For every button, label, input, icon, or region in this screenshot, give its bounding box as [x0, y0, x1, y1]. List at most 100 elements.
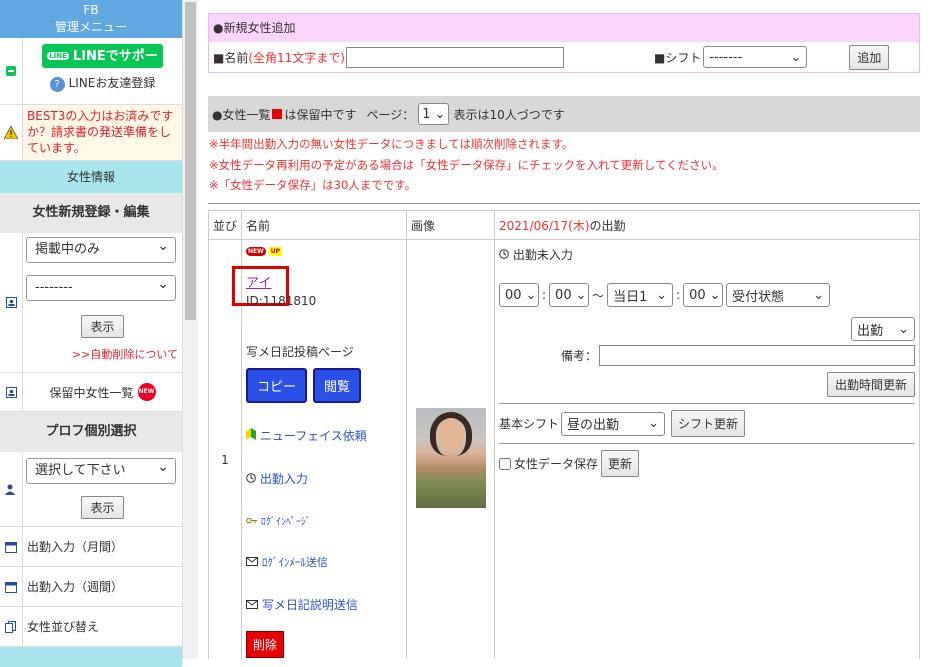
- menu-weekly-label: 出勤入力（週間）: [22, 567, 182, 606]
- work-select[interactable]: 出勤: [851, 317, 915, 341]
- attendance-status-row: 出勤未入力: [499, 246, 915, 263]
- base-shift-select[interactable]: 昼の出勤: [561, 411, 666, 436]
- sidebar-header: FB 管理メニュー: [0, 0, 182, 38]
- diary-mail-link[interactable]: 写メ日記説明送信: [262, 598, 358, 612]
- mail-icon: [246, 598, 258, 612]
- page-label: ページ：: [366, 107, 415, 122]
- table-row: 1 NEW UP アイ ID:1181810 写メ日記投稿ページ コピー 閲覧: [208, 239, 920, 659]
- start-min-value: 00: [555, 287, 572, 303]
- page-select[interactable]: 1: [418, 103, 450, 125]
- end-day-select[interactable]: 当日1: [607, 283, 674, 307]
- up-badge: UP: [268, 246, 283, 256]
- new-badge: NEW: [137, 383, 156, 401]
- start-hour-select[interactable]: 00: [499, 283, 539, 307]
- sidebar-header-subtitle: 管理メニュー: [54, 20, 127, 34]
- newface-row[interactable]: ニューフェイス依頼: [246, 427, 402, 444]
- warning-row: BEST3の入力はお済みですか？請求書の発送準備をしています。: [0, 105, 182, 161]
- attendance-link[interactable]: 出勤入力: [260, 472, 308, 486]
- girl-name-link[interactable]: アイ: [246, 272, 271, 291]
- copy-icon: [0, 607, 22, 646]
- col-image: 画像: [406, 210, 495, 240]
- col-date: 2021/06/17(木)の出勤: [494, 210, 920, 240]
- held-note: は保留中です: [284, 107, 357, 122]
- calendar-icon: [0, 527, 22, 566]
- diary-mail-row[interactable]: 写メ日記説明送信: [246, 596, 402, 613]
- remarks-input[interactable]: [599, 345, 915, 366]
- tilde: 〜: [592, 288, 605, 303]
- shift-update-button[interactable]: シフト更新: [671, 410, 746, 437]
- new-name-input[interactable]: [345, 46, 564, 68]
- attendance-status: 出勤未入力: [512, 248, 573, 262]
- reception-value: 受付状態: [732, 289, 785, 305]
- attendance-row[interactable]: 出勤入力: [246, 470, 402, 487]
- profile-select[interactable]: 選択して下さい: [26, 455, 176, 484]
- remarks-label: 備考：: [560, 349, 597, 363]
- section-next: [0, 647, 182, 667]
- question-icon: ?: [49, 77, 65, 92]
- scrollbar[interactable]: [183, 0, 198, 659]
- scrollbar-thumb[interactable]: [185, 2, 196, 320]
- login-mail-row[interactable]: ﾛｸﾞｲﾝﾒｰﾙ送信: [246, 554, 402, 570]
- col-date-suffix: の出勤: [589, 218, 626, 233]
- save-data-checkbox[interactable]: [499, 457, 511, 470]
- row-name-cell: NEW UP アイ ID:1181810 写メ日記投稿ページ コピー 閲覧 ニュ…: [232, 239, 407, 659]
- auto-delete-link[interactable]: >>自動削除について: [23, 346, 182, 362]
- divider: [208, 203, 920, 204]
- girl-select[interactable]: --------: [26, 272, 176, 301]
- status-select[interactable]: 掲載中のみ: [26, 234, 176, 263]
- show-button[interactable]: 表示: [81, 315, 124, 338]
- show-button-2[interactable]: 表示: [81, 496, 124, 519]
- note-3: ※「女性データ保存」は30人までです。: [209, 178, 417, 192]
- menu-sort[interactable]: 女性並び替え: [0, 607, 182, 647]
- note-1: ※半年間出勤入力の無い女性データにつきましては順次削除されます。: [209, 137, 574, 151]
- end-min-select[interactable]: 00: [683, 283, 724, 307]
- main-content: ●新規女性追加 ■名前 (全角11文字まで) ■シフト ------- 追加 ●…: [198, 0, 932, 659]
- page-select-value: 1: [422, 106, 431, 122]
- login-mail-link[interactable]: ﾛｸﾞｲﾝﾒｰﾙ送信: [262, 556, 328, 569]
- col-name: 名前: [241, 210, 407, 240]
- line-badge-text: LINE: [47, 52, 69, 60]
- title-profile-select: プロフ個別選択: [0, 412, 182, 452]
- line-friend-link[interactable]: ? LINEお友達登録: [23, 74, 182, 92]
- title-register-edit: 女性新規登録・編集: [0, 193, 182, 233]
- save-data-label: 女性データ保存: [514, 457, 599, 471]
- section-girl-info[interactable]: 女性情報: [0, 161, 182, 193]
- menu-weekly[interactable]: 出勤入力（週間）: [0, 567, 182, 607]
- girl-photo[interactable]: [415, 408, 486, 508]
- shift-select-value: -------: [709, 49, 743, 65]
- new-badge: NEW: [246, 246, 266, 256]
- delete-button[interactable]: 削除: [246, 631, 285, 658]
- user-icon: [0, 452, 22, 526]
- held-list-row[interactable]: 保留中女性一覧 NEW: [0, 373, 182, 412]
- end-min-value: 00: [689, 287, 706, 303]
- reception-select[interactable]: 受付状態: [726, 283, 831, 307]
- copy-button[interactable]: コピー: [246, 368, 308, 403]
- name-hint: (全角11文字まで): [248, 50, 345, 65]
- login-page-row[interactable]: ﾛｸﾞｲﾝﾍﾟｰｼﾞ: [246, 513, 402, 528]
- menu-sort-label: 女性並び替え: [22, 607, 182, 646]
- login-page-link[interactable]: ﾛｸﾞｲﾝﾍﾟｰｼﾞ: [261, 517, 311, 528]
- list-prefix: ●女性一覧: [212, 107, 271, 122]
- shift-label: ■シフト: [653, 50, 702, 65]
- sidebar: FB 管理メニュー LINE LINEでサポート ? LINEお友達登録 BEST3…: [0, 0, 183, 667]
- shift-select[interactable]: -------: [703, 46, 808, 68]
- line-support-button[interactable]: LINE LINEでサポート: [42, 44, 163, 88]
- save-update-button[interactable]: 更新: [601, 450, 640, 477]
- notes: ※半年間出勤入力の無い女性データにつきましては順次削除されます。 ※女性データ再…: [209, 134, 724, 196]
- newface-link[interactable]: ニューフェイス依頼: [260, 429, 367, 443]
- table-header-row: 並び 名前 画像 2021/06/17(木)の出勤: [208, 210, 920, 240]
- start-min-select[interactable]: 00: [549, 283, 590, 307]
- menu-monthly[interactable]: 出勤入力（月間）: [0, 527, 182, 567]
- view-button[interactable]: 閲覧: [313, 368, 362, 403]
- end-day-value: 当日1: [613, 289, 648, 305]
- id-card-icon: [0, 373, 22, 411]
- mail-icon: [246, 555, 258, 569]
- update-time-button[interactable]: 出勤時間更新: [826, 372, 915, 397]
- add-button[interactable]: 追加: [849, 44, 890, 70]
- best3-warning: BEST3の入力はお済みですか？請求書の発送準備をしています。: [22, 105, 182, 160]
- line-friend-label: LINEお友達登録: [68, 76, 156, 90]
- new-girl-header: ●新規女性追加: [209, 14, 919, 42]
- photo-hair: [429, 412, 472, 456]
- clock-icon: [246, 472, 256, 486]
- key-icon: [246, 514, 257, 528]
